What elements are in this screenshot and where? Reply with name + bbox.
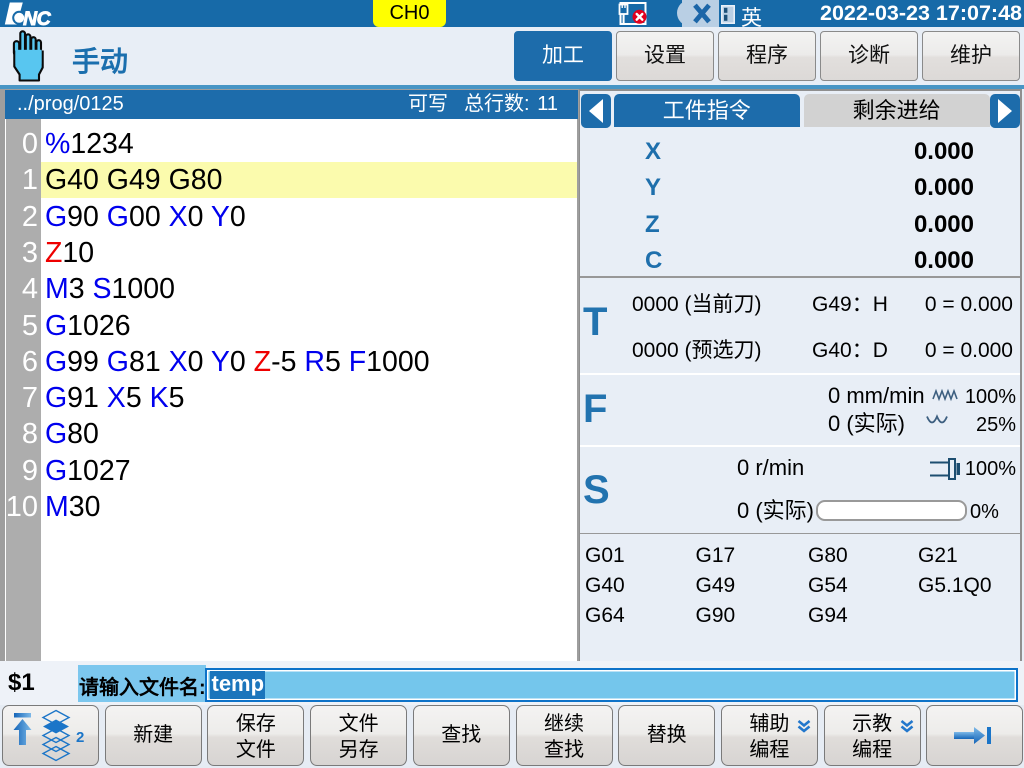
svg-text:NC: NC <box>23 8 52 26</box>
svg-text:2: 2 <box>76 729 84 746</box>
